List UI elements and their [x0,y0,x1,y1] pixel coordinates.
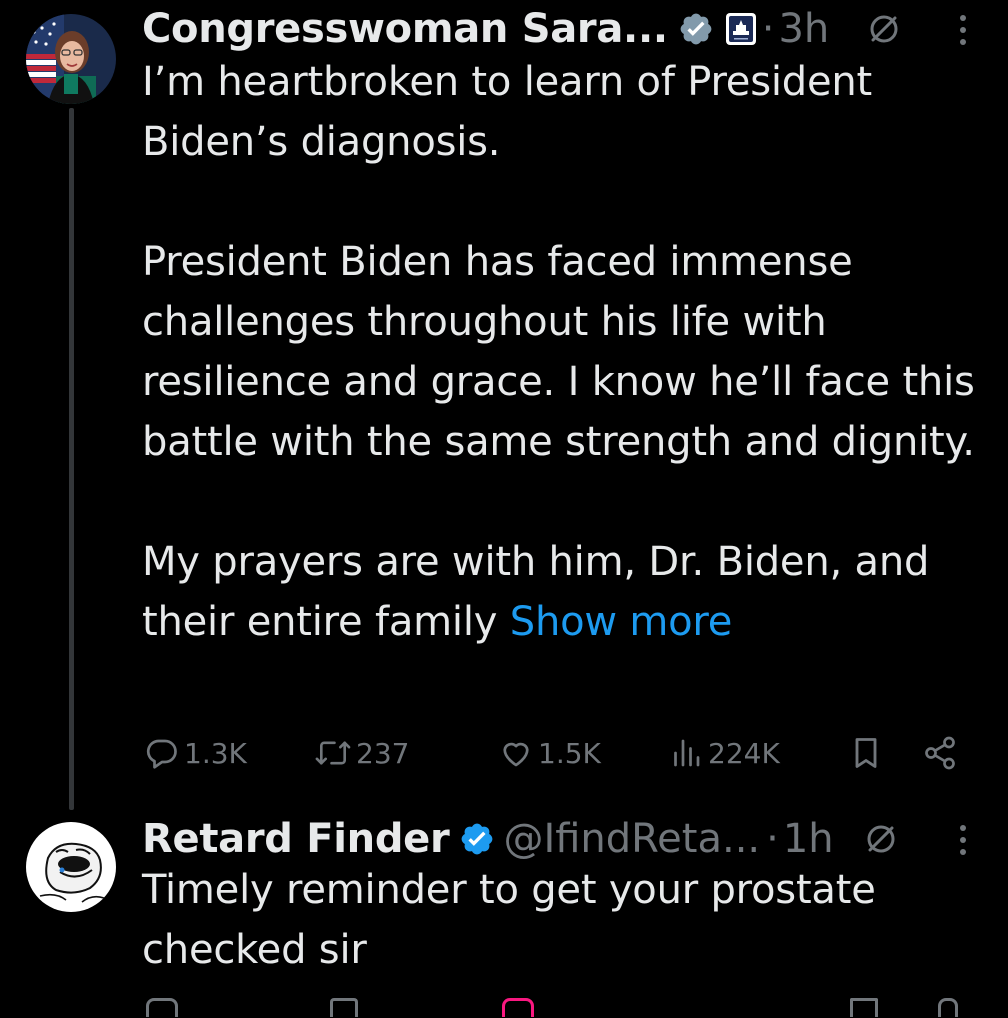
author-name[interactable]: Retard Finder [142,816,450,862]
action-bar-partial [142,998,968,1018]
bookmark-icon[interactable] [850,998,878,1017]
bookmark-button[interactable] [848,728,884,778]
repost-icon[interactable] [330,998,358,1017]
post-body: Timely reminder to get your prostate che… [142,860,978,980]
author-handle[interactable]: @IfindReta... [503,816,760,862]
more-vertical-icon[interactable] [958,822,968,858]
show-more-link[interactable]: Show more [510,599,733,645]
post-header: Congresswoman Sara... · 3h [142,2,968,56]
views-icon [674,739,700,767]
post-reply[interactable]: Retard Finder @IfindReta... · 1h Timely … [0,810,1008,1017]
views-button[interactable]: 224K [668,728,780,778]
post-congresswoman[interactable]: Congresswoman Sara... · 3h I’m heartbrok… [0,0,1008,810]
heart-icon [503,742,529,767]
avatar[interactable] [26,822,116,912]
view-count: 224K [708,736,780,770]
reply-button[interactable]: 1.3K [144,728,247,778]
repost-button[interactable]: 237 [314,728,409,778]
share-icon[interactable] [938,998,958,1017]
bookmark-icon [855,738,877,768]
post-time[interactable]: 3h [778,6,829,52]
thread-line [69,108,74,810]
post-time[interactable]: 1h [783,816,834,862]
no-sign-icon[interactable] [864,822,898,856]
verified-badge-icon[interactable] [459,821,495,857]
post-body: I’m heartbroken to learn of President Bi… [142,52,978,652]
like-count: 1.5K [538,736,601,770]
like-button[interactable]: 1.5K [498,728,601,778]
verified-badge-icon[interactable] [678,11,714,47]
post-paragraph: Timely reminder to get your prostate che… [142,867,876,973]
post-paragraph: I’m heartbroken to learn of President Bi… [142,59,873,165]
post-header: Retard Finder @IfindReta... · 1h [142,812,968,866]
separator-dot: · [761,6,775,52]
reply-count: 1.3K [184,736,247,770]
capitol-badge-icon[interactable] [725,13,756,45]
repost-icon [315,741,351,765]
repost-count: 237 [356,736,410,770]
share-icon [925,736,955,770]
more-vertical-icon[interactable] [958,12,968,48]
action-bar: 1.3K 237 1.5K 224K [142,728,968,778]
post-paragraph: President Biden has faced immense challe… [142,239,975,465]
reply-icon[interactable] [146,998,178,1017]
author-name[interactable]: Congresswoman Sara... [142,6,668,52]
reply-icon [146,739,177,769]
no-sign-icon[interactable] [867,12,901,46]
separator-dot: · [766,816,779,862]
avatar[interactable] [26,14,116,104]
heart-icon[interactable] [502,998,534,1017]
share-button[interactable] [922,728,958,778]
post-paragraph: My prayers are with him, Dr. Biden, and … [142,532,978,652]
